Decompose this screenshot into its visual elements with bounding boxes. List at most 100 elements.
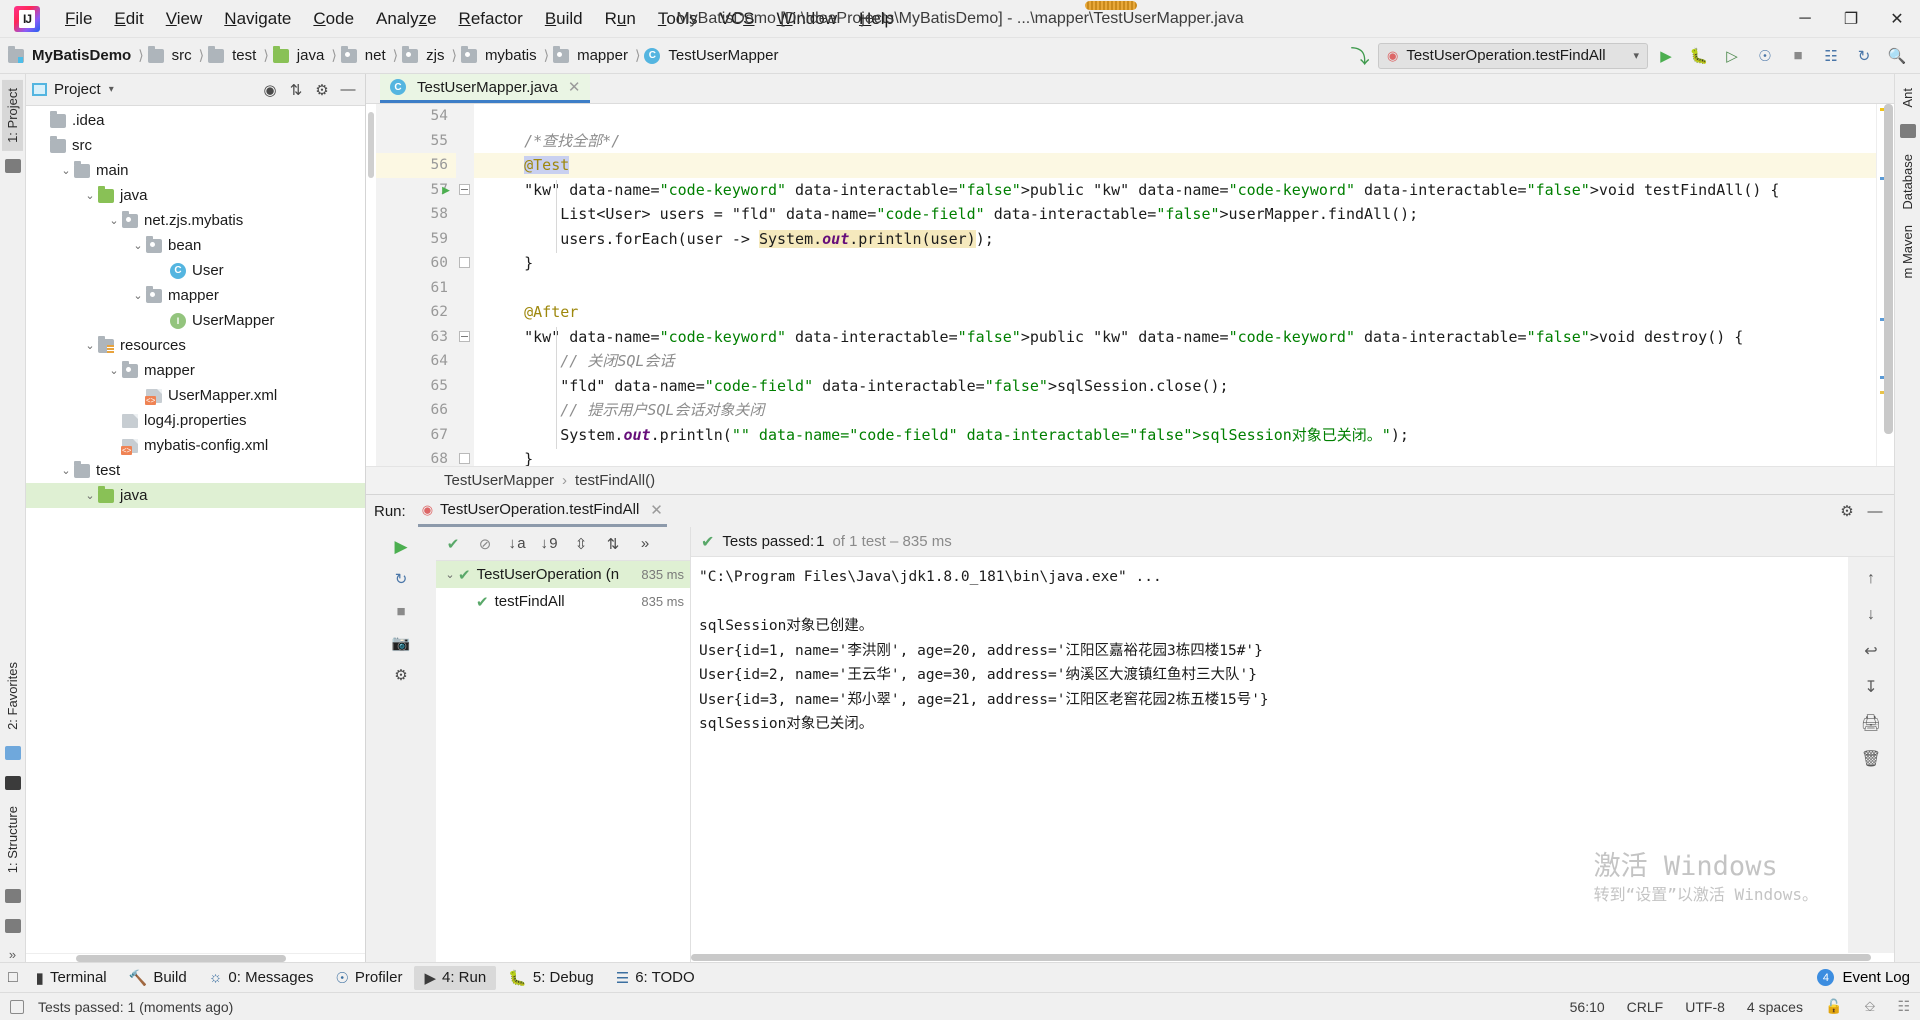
hide-all-windows-icon[interactable]: □ — [8, 969, 18, 987]
menu-code[interactable]: Code — [302, 5, 365, 33]
code-editor[interactable]: 54 55 56 57 ▶ 58 59 60 61 62 63 64 65 66 67 68 /*查找全部*/… — [366, 104, 1894, 466]
code-folding-column[interactable] — [456, 104, 474, 466]
breadcrumb-method-name[interactable]: testFindAll() — [575, 472, 655, 489]
tree-twisty-icon[interactable]: ⌄ — [106, 364, 122, 377]
file-encoding[interactable]: UTF-8 — [1685, 999, 1725, 1015]
code-line[interactable]: List<User> users = "fld" data-name="code… — [488, 202, 1876, 227]
code-line[interactable]: /*查找全部*/ — [488, 129, 1876, 154]
tree-node[interactable]: log4j.properties — [26, 408, 365, 433]
collapse-all-icon[interactable]: ⇅ — [285, 79, 307, 101]
scroll-down-icon[interactable]: ↓ — [1857, 601, 1885, 629]
editor-breadcrumbs[interactable]: TestUserMapper › testFindAll() — [366, 466, 1894, 494]
tree-node[interactable]: ⌄ mapper — [26, 358, 365, 383]
tool-window-tab-database[interactable]: Database — [1897, 146, 1918, 218]
stop-process-button[interactable]: ■ — [387, 597, 415, 625]
run-button[interactable]: ▶ — [1651, 41, 1681, 71]
menu-run[interactable]: Run — [594, 5, 647, 33]
tree-node[interactable]: ⌄ net.zjs.mybatis — [26, 208, 365, 233]
code-line[interactable]: "kw" data-name="code-keyword" data-inter… — [488, 325, 1876, 350]
tree-node[interactable]: UserMapper.xml — [26, 383, 365, 408]
minimize-button[interactable]: ─ — [1782, 0, 1828, 38]
tree-twisty-icon[interactable]: ⌄ — [130, 239, 146, 252]
show-ignored-icon[interactable]: ⊘ — [474, 533, 496, 555]
close-icon[interactable]: ✕ — [650, 501, 663, 519]
code-line[interactable]: } — [488, 251, 1876, 276]
sort-alphabetically-icon[interactable]: ↓ a — [506, 533, 528, 555]
collapse-all-icon[interactable]: ⇅ — [602, 533, 624, 555]
scroll-to-end-icon[interactable]: ↧ — [1857, 673, 1885, 701]
bottom-tab-event-log[interactable]: Event Log — [1842, 969, 1910, 986]
close-button[interactable]: ✕ — [1874, 0, 1920, 38]
editor-marker-panel[interactable] — [1876, 104, 1894, 466]
tree-node[interactable]: mybatis-config.xml — [26, 433, 365, 458]
code-line[interactable]: "fld" data-name="code-field" data-intera… — [488, 374, 1876, 399]
tree-twisty-icon[interactable]: ⌄ — [442, 568, 458, 581]
code-line[interactable]: // 提示用户SQL会话对象关闭 — [488, 398, 1876, 423]
project-tree[interactable]: .idea src ⌄ main ⌄ java ⌄ net.zjs.mybatis ⌄ bean C… — [26, 106, 365, 953]
settings-gear-icon[interactable]: ⚙ — [311, 79, 333, 101]
menu-bar[interactable]: File Edit View Navigate Code Analyze Ref… — [54, 5, 905, 33]
screenshot-icon[interactable]: 📷 — [387, 629, 415, 657]
tool-window-tab-structure[interactable]: 1: Structure — [2, 798, 23, 881]
locate-icon[interactable]: ◉ — [259, 79, 281, 101]
settings-icon[interactable]: ⚙ — [387, 661, 415, 689]
fold-region-open-icon[interactable] — [459, 183, 470, 195]
caret-position[interactable]: 56:10 — [1570, 999, 1605, 1015]
scroll-up-icon[interactable]: ↑ — [1857, 565, 1885, 593]
star-icon[interactable] — [4, 775, 21, 790]
code-line[interactable] — [488, 104, 1876, 129]
tree-node[interactable]: ⌄ resources — [26, 333, 365, 358]
menu-tools[interactable]: Tools — [647, 5, 709, 33]
fold-region-close-icon[interactable] — [459, 257, 470, 268]
print-icon[interactable]: 🖨 — [1857, 709, 1885, 737]
breadcrumb-zjs[interactable]: zjs — [402, 45, 447, 66]
breadcrumb-class-name[interactable]: TestUserMapper — [444, 472, 554, 489]
stop-button[interactable]: ■ — [1783, 41, 1813, 71]
run-test-gutter-icon[interactable]: ▶ — [442, 183, 450, 198]
breadcrumb-module[interactable]: MyBatisDemo — [8, 45, 134, 66]
tree-node[interactable]: ⌄ bean — [26, 233, 365, 258]
expand-all-icon[interactable]: ⇳ — [570, 533, 592, 555]
test-results-tree[interactable]: ⌄ ✔ TestUserOperation (n 835 ms ✔ testFindAll… — [436, 561, 690, 615]
menu-refactor[interactable]: Refactor — [448, 5, 534, 33]
line-separator[interactable]: CRLF — [1627, 999, 1664, 1015]
menu-edit[interactable]: Edit — [103, 5, 154, 33]
vcs-branch-icon[interactable]: ⎒ — [1864, 998, 1875, 1015]
test-tree-row[interactable]: ✔ testFindAll 835 ms — [436, 588, 690, 615]
fold-region-open-icon[interactable] — [459, 330, 470, 342]
debug-button[interactable]: 🐛 — [1684, 41, 1714, 71]
tree-twisty-icon[interactable]: ⌄ — [82, 339, 98, 352]
console-horizontal-scrollbar[interactable] — [691, 953, 1894, 962]
tree-node[interactable]: .idea — [26, 108, 365, 133]
close-icon[interactable]: ✕ — [568, 78, 581, 96]
breadcrumb-test[interactable]: test — [208, 45, 259, 66]
sort-by-duration-icon[interactable]: ↓ 9 — [538, 533, 560, 555]
code-content[interactable]: /*查找全部*/ @Test "kw" data-name="code-keyw… — [474, 104, 1876, 466]
database-icon[interactable] — [1899, 123, 1916, 138]
rerun-button[interactable]: ▶ — [387, 533, 415, 561]
indent-setting[interactable]: 4 spaces — [1747, 999, 1803, 1015]
breadcrumb-mybatis[interactable]: mybatis — [460, 45, 540, 66]
code-line[interactable]: "kw" data-name="code-keyword" data-inter… — [488, 178, 1876, 203]
code-line[interactable]: users.forEach(user -> System.out.println… — [488, 227, 1876, 252]
run-with-coverage-button[interactable]: ▷ — [1717, 41, 1747, 71]
breadcrumb-net[interactable]: net — [340, 45, 389, 66]
tree-node[interactable]: src — [26, 133, 365, 158]
bottom-tab-build[interactable]: 🔨 Build — [119, 966, 197, 990]
make-project-icon[interactable]: ⤵ — [1345, 41, 1375, 71]
console-output[interactable]: "C:\Program Files\Java\jdk1.8.0_181\bin\… — [691, 557, 1848, 953]
run-tab[interactable]: ◉ TestUserOperation.testFindAll ✕ — [417, 496, 667, 527]
code-line[interactable]: @Test — [474, 153, 1876, 178]
menu-help[interactable]: Help — [848, 5, 905, 33]
code-line[interactable]: } — [488, 447, 1876, 466]
show-passed-icon[interactable]: ✔ — [442, 533, 464, 555]
menu-vcs[interactable]: VCS — [709, 5, 766, 33]
tree-twisty-icon[interactable]: ⌄ — [130, 289, 146, 302]
tree-twisty-icon[interactable]: ⌄ — [58, 464, 74, 477]
tool-window-tab-project[interactable]: 1: Project — [2, 80, 23, 151]
tree-node[interactable]: ⌄ main — [26, 158, 365, 183]
chevron-down-icon[interactable]: ▾ — [109, 84, 114, 95]
run-configuration-selector[interactable]: ◉ TestUserOperation.testFindAll ▾ — [1378, 42, 1648, 69]
settings-gear-icon[interactable]: ⚙ — [1836, 500, 1858, 522]
tree-twisty-icon[interactable]: ⌄ — [106, 214, 122, 227]
